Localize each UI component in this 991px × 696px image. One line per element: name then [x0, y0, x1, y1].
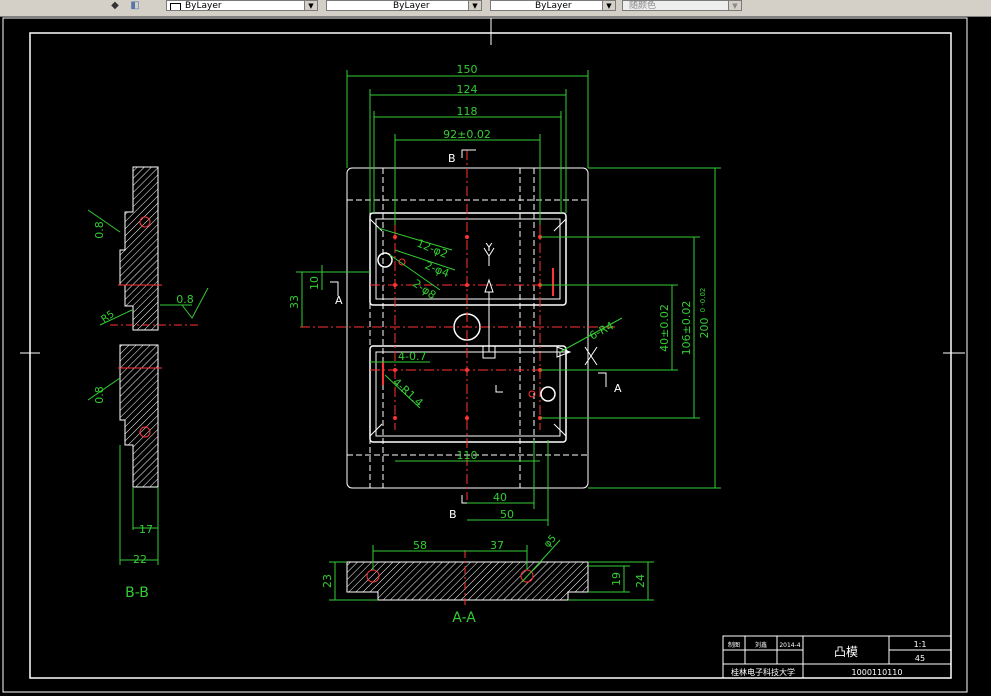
dim-33: 33 [288, 295, 301, 309]
dim-110: 110 [457, 449, 478, 462]
chevron-down-icon[interactable]: ▼ [602, 1, 615, 10]
chevron-down-icon[interactable]: ▼ [304, 1, 317, 10]
drawing-canvas[interactable]: 17 22 0.8 0.8 0.8 R5 B-B Y B B A A 150 1… [0, 16, 991, 696]
material-value: 45 [915, 654, 925, 663]
plan-view: Y B B A A 150 124 118 92±0.02 110 40 50 [288, 63, 721, 526]
dim-aa-58: 58 [413, 539, 427, 552]
dim-aa-phi: φ5 [542, 533, 559, 550]
dim-40: 40 [493, 491, 507, 504]
dim-40-vertical: 40±0.02 [658, 304, 671, 352]
roughness-label: 0.8 [176, 293, 194, 306]
dim-200-tolerance: 0 -0.02 [699, 288, 707, 313]
dim-118: 118 [457, 105, 478, 118]
lineweight-combo[interactable]: ByLayer ▼ [490, 0, 616, 11]
axis-label-y: Y [485, 241, 493, 254]
dim-bb-22: 22 [133, 553, 147, 566]
dim-aa-23: 23 [321, 574, 334, 588]
properties-toolbar: ◆ ◧ ByLayer ▼ ByLayer ▼ ByLayer ▼ 随颜色 ▼ [0, 0, 991, 17]
chevron-down-icon[interactable]: ▼ [728, 1, 741, 10]
title-cell: 2014-4 [779, 642, 800, 649]
dim-r5: R5 [99, 309, 116, 326]
part-name: 凸模 [834, 645, 858, 659]
linetype-combo[interactable]: ByLayer ▼ [326, 0, 482, 11]
dim-50: 50 [500, 508, 514, 521]
section-marker-a: A [614, 382, 622, 395]
view-label-bb: B-B [125, 585, 149, 601]
section-marker-a: A [335, 294, 343, 307]
note-radius-6: 6-R4 [587, 319, 616, 343]
section-view-bb: 17 22 0.8 0.8 0.8 R5 B-B [87, 166, 209, 601]
dim-92: 92±0.02 [443, 128, 491, 141]
view-label-aa: A-A [452, 610, 476, 626]
school-name: 桂林电子科技大学 [731, 667, 795, 677]
dim-200: 200 [698, 318, 711, 339]
title-cell: 制图 [728, 641, 740, 649]
dim-aa-19: 19 [610, 572, 623, 586]
section-marker-b: B [448, 152, 456, 165]
plotstyle-combo[interactable]: 随颜色 ▼ [622, 0, 742, 11]
section-marker-b: B [449, 508, 457, 521]
color-combo[interactable]: ByLayer ▼ [166, 0, 318, 11]
note-holes-12: 12-φ2 [415, 237, 450, 261]
dim-10: 10 [308, 276, 321, 290]
roughness-label: 0.8 [93, 386, 106, 404]
layer-previous-icon[interactable]: ◧ [128, 0, 142, 11]
roughness-label: 0.8 [93, 221, 106, 239]
centering-marks [20, 18, 965, 354]
title-cell: 刘鑫 [755, 641, 767, 649]
chevron-down-icon[interactable]: ▼ [468, 1, 481, 10]
dim-bb-17: 17 [139, 523, 153, 536]
scale-value: 1:1 [914, 640, 927, 649]
dim-150: 150 [457, 63, 478, 76]
layer-state-icon[interactable]: ◆ [108, 0, 122, 11]
color-swatch-icon [170, 3, 181, 10]
note-chamfer: 4-0.7 [398, 350, 426, 363]
title-block: 制图 刘鑫 2014-4 凸模 1:1 45 桂林电子科技大学 10001101… [722, 635, 952, 679]
dim-aa-24: 24 [634, 574, 647, 588]
dim-aa-37: 37 [490, 539, 504, 552]
dim-106: 106±0.02 [680, 301, 693, 356]
drawing-number: 1000110110 [852, 668, 903, 677]
dim-124: 124 [457, 83, 478, 96]
note-holes-2-8: 2-φ8 [410, 277, 438, 302]
note-holes-2-4: 2-φ4 [423, 259, 451, 281]
section-view-aa: 58 37 φ5 23 19 24 A-A [321, 533, 654, 626]
